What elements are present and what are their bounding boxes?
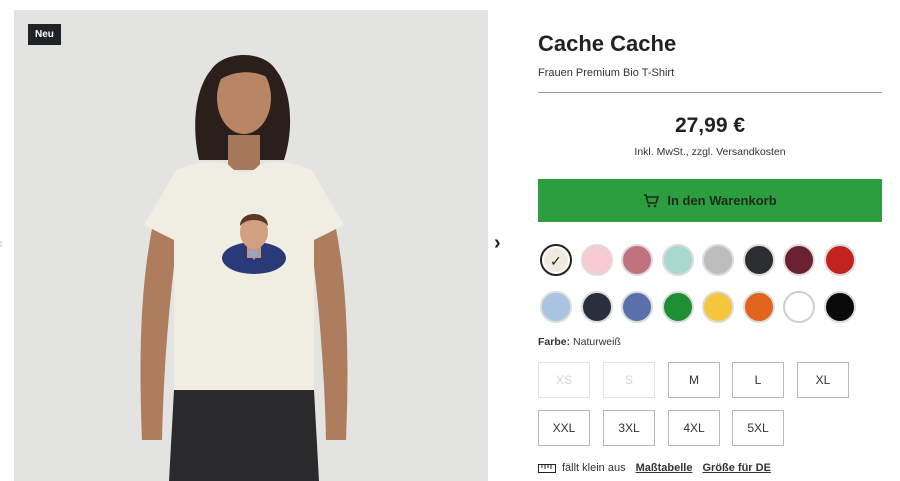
size-button[interactable]: 5XL: [732, 410, 784, 446]
color-swatch[interactable]: [662, 291, 694, 323]
color-swatch[interactable]: [702, 291, 734, 323]
color-swatch[interactable]: [743, 291, 775, 323]
color-swatch[interactable]: [824, 291, 856, 323]
color-swatch[interactable]: [540, 291, 572, 323]
add-to-cart-label: In den Warenkorb: [667, 193, 777, 208]
color-swatch[interactable]: [581, 291, 613, 323]
product-title: Cache Cache: [538, 31, 677, 56]
color-swatch[interactable]: [621, 291, 653, 323]
cart-icon: [644, 193, 660, 207]
color-swatch[interactable]: [702, 244, 734, 276]
size-button[interactable]: L: [732, 362, 784, 398]
color-swatch[interactable]: [783, 244, 815, 276]
chevron-right-icon[interactable]: ›: [494, 232, 501, 255]
color-swatch[interactable]: [621, 244, 653, 276]
size-button[interactable]: XXL: [538, 410, 590, 446]
product-price: 27,99 €: [674, 114, 746, 137]
divider: [538, 92, 882, 93]
color-swatch[interactable]: ✓: [540, 244, 572, 276]
color-swatch[interactable]: [743, 244, 775, 276]
chevron-left-icon[interactable]: ‹: [0, 235, 3, 253]
fit-note: fällt klein aus: [562, 462, 626, 474]
new-badge: Neu: [28, 24, 61, 45]
check-icon: ✓: [550, 253, 562, 269]
model-photo: [14, 10, 488, 481]
size-chart-link[interactable]: Maßtabelle: [636, 462, 693, 474]
add-to-cart-button[interactable]: In den Warenkorb: [538, 179, 882, 222]
size-button[interactable]: XL: [797, 362, 849, 398]
size-notes: fällt klein aus Maßtabelle Größe für DE: [538, 462, 771, 474]
product-image[interactable]: Neu: [14, 10, 488, 481]
size-button[interactable]: XS: [538, 362, 590, 398]
tax-note: Inkl. MwSt., zzgl. Versandkosten: [634, 146, 786, 158]
color-label-text: Farbe:: [538, 336, 571, 348]
ruler-icon: [538, 463, 556, 473]
size-de-link[interactable]: Größe für DE: [702, 462, 770, 474]
size-button[interactable]: 3XL: [603, 410, 655, 446]
product-subtitle: Frauen Premium Bio T-Shirt: [538, 67, 675, 79]
selected-color: Naturweiß: [573, 336, 621, 348]
color-swatch[interactable]: [581, 244, 613, 276]
size-button[interactable]: M: [668, 362, 720, 398]
size-button[interactable]: S: [603, 362, 655, 398]
color-swatch[interactable]: [783, 291, 815, 323]
color-label: Farbe: Naturweiß: [538, 336, 621, 348]
color-swatch[interactable]: [824, 244, 856, 276]
color-swatch[interactable]: [662, 244, 694, 276]
size-button[interactable]: 4XL: [668, 410, 720, 446]
